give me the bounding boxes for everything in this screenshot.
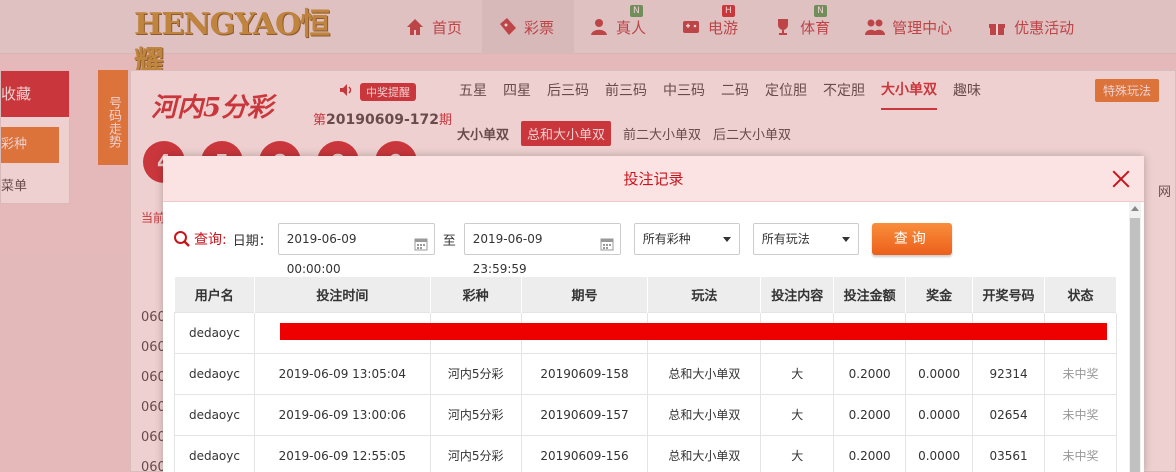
cell-bet-time: 2019-06-09 13:00:06 xyxy=(253,393,431,436)
date-from-value: 2019-06-09 00:00:00 xyxy=(286,232,357,276)
col-bet-time: 投注时间 xyxy=(254,277,431,312)
query-label: 查询: xyxy=(194,232,227,248)
col-lottery: 彩种 xyxy=(430,277,522,312)
cell-period: 20190609-156 xyxy=(520,434,649,472)
col-amount: 投注金额 xyxy=(833,277,907,312)
date-from-input[interactable]: 2019-06-09 00:00:00 xyxy=(277,223,435,276)
cell-username: dedaoyc xyxy=(174,393,255,436)
cell-lottery: 河内5分彩 xyxy=(429,434,522,472)
cell-lottery: 河内5分彩 xyxy=(429,393,522,436)
cell-amount: 0.2000 xyxy=(833,434,907,472)
cell-content: 大 xyxy=(760,352,835,395)
table-header: 用户名 投注时间 彩种 期号 玩法 投注内容 投注金额 奖金 开奖号码 状态 xyxy=(174,277,1117,312)
cell-amount: 0.2000 xyxy=(833,393,907,436)
cell-bonus: 0.0000 xyxy=(905,434,974,472)
cell-bet-time: 2019-06-09 13:05:04 xyxy=(253,352,431,395)
query-bar: 查询: 日期： 2019-06-09 00:00:00 至 2019-06-09… xyxy=(173,222,952,276)
play-select-value: 所有玩法 xyxy=(761,232,810,246)
to-label: 至 xyxy=(442,233,456,249)
cell-amount: 0.2000 xyxy=(833,352,907,395)
modal-title: 投注记录 xyxy=(623,170,684,188)
date-label: 日期： xyxy=(232,233,272,249)
cell-status: 未中奖 xyxy=(1044,352,1117,395)
redaction-bar xyxy=(280,323,1107,340)
chevron-down-icon xyxy=(722,237,731,242)
cell-period: 20190609-157 xyxy=(520,393,649,436)
cell-play: 总和大小单双 xyxy=(647,352,762,395)
play-select[interactable]: 所有玩法 xyxy=(752,223,859,255)
cell-bonus: 0.0000 xyxy=(905,393,974,436)
cell-username: dedaoyc xyxy=(174,352,255,395)
col-status: 状态 xyxy=(1044,277,1117,312)
query-button[interactable]: 查询 xyxy=(871,223,952,255)
cell-result: 02654 xyxy=(972,393,1046,436)
col-content: 投注内容 xyxy=(760,277,835,312)
cell-status: 未中奖 xyxy=(1044,393,1117,436)
col-period: 期号 xyxy=(521,277,649,312)
search-icon xyxy=(173,230,191,248)
cell-period: 20190609-158 xyxy=(520,352,649,395)
modal-header: 投注记录 xyxy=(163,156,1144,202)
cell-bonus: 0.0000 xyxy=(905,352,974,395)
scroll-up-icon[interactable] xyxy=(1131,206,1139,211)
cell-lottery: 河内5分彩 xyxy=(429,352,522,395)
cell-play: 总和大小单双 xyxy=(647,434,762,472)
table-row[interactable]: dedaoyc 2019-06-09 13:05:04 河内5分彩 201906… xyxy=(174,352,1117,395)
col-play: 玩法 xyxy=(647,277,762,312)
col-bonus: 奖金 xyxy=(905,277,974,312)
chevron-down-icon xyxy=(841,237,850,242)
table-row[interactable]: dedaoyc 2019-06-09 13:00:06 河内5分彩 201906… xyxy=(174,393,1117,436)
cell-content: 大 xyxy=(760,434,835,472)
modal-scrollbar[interactable] xyxy=(1129,202,1141,472)
scrollbar-thumb[interactable] xyxy=(1130,218,1140,472)
cell-username: dedaoyc xyxy=(174,311,255,354)
bet-record-table: 用户名 投注时间 彩种 期号 玩法 投注内容 投注金额 奖金 开奖号码 状态 d… xyxy=(174,277,1117,472)
table-row[interactable]: dedaoyc 2019-06-09 12:55:05 河内5分彩 201906… xyxy=(174,434,1117,472)
date-to-input[interactable]: 2019-06-09 23:59:59 xyxy=(463,223,621,276)
date-to-value: 2019-06-09 23:59:59 xyxy=(472,232,543,276)
cell-result: 92314 xyxy=(972,352,1046,395)
calendar-icon xyxy=(600,232,614,251)
cell-result: 03561 xyxy=(972,434,1046,472)
cell-bet-time: 2019-06-09 12:55:05 xyxy=(253,434,431,472)
cell-username: dedaoyc xyxy=(174,434,255,472)
col-username: 用户名 xyxy=(174,277,255,312)
col-result: 开奖号码 xyxy=(972,277,1046,312)
cell-status: 未中奖 xyxy=(1044,434,1117,472)
lottery-select-value: 所有彩种 xyxy=(642,232,691,246)
bet-record-modal: 投注记录 查询: 日期： 2019-06-09 00:00:00 至 2019-… xyxy=(163,156,1144,472)
cell-content: 大 xyxy=(760,393,835,436)
close-icon[interactable] xyxy=(1110,168,1132,190)
cell-play: 总和大小单双 xyxy=(647,393,762,436)
calendar-icon xyxy=(414,232,428,251)
lottery-select[interactable]: 所有彩种 xyxy=(633,223,740,255)
